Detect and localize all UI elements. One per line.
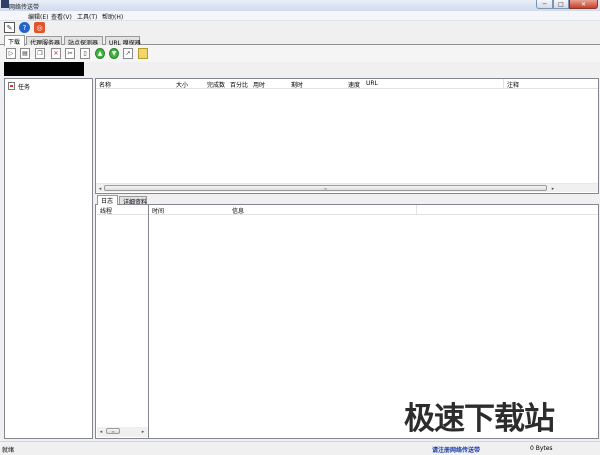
column-size[interactable]: 大小 <box>176 80 188 89</box>
maximize-button[interactable]: □ <box>553 0 569 9</box>
tab-download[interactable]: 下载 <box>4 35 25 46</box>
download-toolbar: ▷ ▤ ❐ ✕ ✂ ▯ ▲ ▼ ↗ <box>0 45 600 62</box>
open-icon[interactable]: ↗ <box>123 48 133 59</box>
column-name[interactable]: 名称 <box>99 80 111 89</box>
column-url[interactable]: URL <box>366 80 378 87</box>
column-speed[interactable]: 速度 <box>348 80 360 89</box>
download-list[interactable]: 名称 大小 完成数 百分比 用时 剩时 速度 URL 注释 ◂ ≡ ▸ <box>95 78 599 194</box>
status-ready: 就绪 <box>2 447 15 454</box>
column-time[interactable]: 时间 <box>152 206 164 215</box>
title-bar: 网络传送带 ─ □ ✕ <box>0 0 600 11</box>
menu-bar: 编辑(E) 查看(V) 工具(T) 帮助(H) <box>0 11 600 21</box>
window-title: 网络传送带 <box>9 4 40 11</box>
stop-icon[interactable]: ◎ <box>34 22 45 33</box>
doc-icon[interactable]: ▯ <box>80 48 90 59</box>
scroll-right-arrow[interactable]: ▸ <box>549 185 557 192</box>
task-tree-root[interactable]: 任务 <box>18 82 30 91</box>
help-icon[interactable]: ? <box>19 22 30 33</box>
column-info[interactable]: 信息 <box>232 206 244 215</box>
delete-icon[interactable]: ✕ <box>51 48 61 59</box>
register-link[interactable]: 请注册网络传送带 <box>432 445 480 454</box>
menu-help[interactable]: 帮助(H) <box>102 12 123 21</box>
log-column-divider <box>416 205 417 215</box>
task-icon <box>8 82 15 90</box>
cut-icon[interactable]: ✂ <box>65 48 75 59</box>
column-divider <box>503 79 504 89</box>
tab-proxy[interactable]: 代理服务器 <box>26 36 62 47</box>
thread-scroll-thumb[interactable]: ≡ <box>106 428 120 434</box>
pages-icon[interactable]: ❐ <box>35 48 45 59</box>
watermark: 极速下载站 <box>404 401 555 437</box>
thread-header: 线程 <box>97 205 148 215</box>
close-button[interactable]: ✕ <box>569 0 598 9</box>
folder-icon[interactable] <box>138 48 148 59</box>
list-horizontal-scrollbar[interactable]: ◂ ≡ ▸ <box>96 183 598 192</box>
column-completed[interactable]: 完成数 <box>207 80 225 89</box>
list-header: 名称 大小 完成数 百分比 用时 剩时 速度 URL 注释 <box>96 79 598 89</box>
thread-list[interactable]: 线程 ◂ ≡ ▸ <box>97 205 149 438</box>
app-icon <box>1 0 9 8</box>
tab-details[interactable]: 详细资料 <box>119 196 147 206</box>
down-icon[interactable]: ▼ <box>109 48 119 59</box>
column-comment[interactable]: 注释 <box>507 80 519 89</box>
detail-tabs: 日志 详细资料 <box>95 195 599 206</box>
thread-scroll-right-arrow[interactable]: ▸ <box>139 428 147 435</box>
log-header: 时间 信息 <box>150 205 598 215</box>
thread-scroll-left-arrow[interactable]: ◂ <box>97 428 105 435</box>
status-bytes: 0 Bytes <box>530 445 553 452</box>
column-elapsed[interactable]: 用时 <box>253 80 265 89</box>
tab-log[interactable]: 日志 <box>97 195 118 205</box>
up-icon[interactable]: ▲ <box>95 48 105 59</box>
column-remaining[interactable]: 剩时 <box>291 80 303 89</box>
thread-horizontal-scrollbar[interactable]: ◂ ≡ ▸ <box>97 427 148 437</box>
status-bar: 就绪 请注册网络传送带 0 Bytes <box>0 441 600 455</box>
page-icon[interactable]: ▤ <box>20 48 30 59</box>
column-percent[interactable]: 百分比 <box>230 80 248 89</box>
scroll-left-arrow[interactable]: ◂ <box>96 185 104 192</box>
main-tabs: 下载 代理服务器 站点探测器 URL 嗅探器 <box>0 35 600 47</box>
address-bar[interactable] <box>4 62 84 76</box>
tab-site-probe[interactable]: 站点探测器 <box>64 36 103 47</box>
scroll-thumb[interactable]: ≡ <box>104 185 547 191</box>
menu-view[interactable]: 查看(V) <box>51 12 72 21</box>
minimize-button[interactable]: ─ <box>536 0 553 9</box>
edit-icon[interactable]: ✎ <box>4 22 15 33</box>
task-tree[interactable]: 任务 <box>4 78 93 439</box>
thread-header-label[interactable]: 线程 <box>100 206 112 215</box>
menu-edit[interactable]: 编辑(E) <box>28 12 48 21</box>
tab-url-sniffer[interactable]: URL 嗅探器 <box>105 36 141 47</box>
quick-toolbar: ✎ ? ◎ <box>0 21 600 35</box>
menu-tools[interactable]: 工具(T) <box>77 12 97 21</box>
start-icon[interactable]: ▷ <box>6 48 16 59</box>
